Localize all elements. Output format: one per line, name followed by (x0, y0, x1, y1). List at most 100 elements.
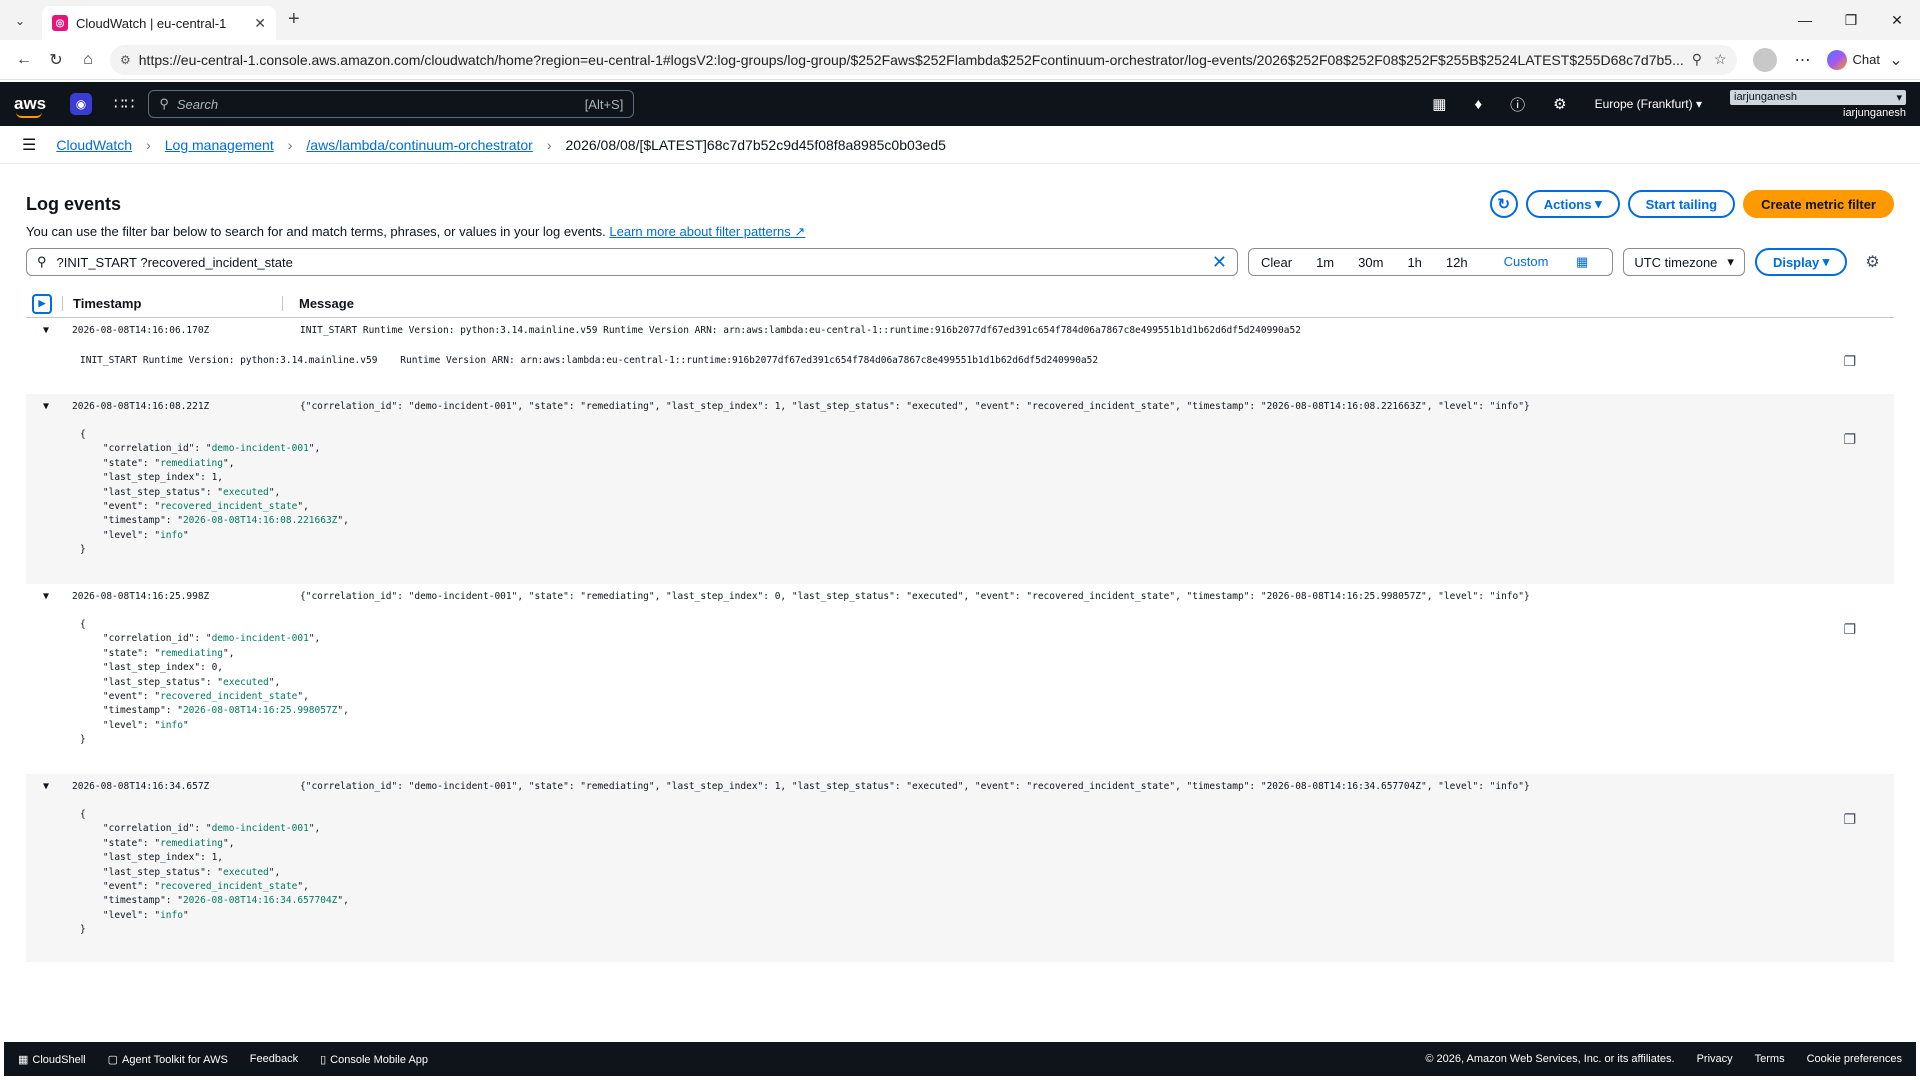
restore-icon[interactable]: ❐ (1828, 0, 1874, 40)
time-1m[interactable]: 1m (1304, 255, 1346, 270)
breadcrumb-log-management[interactable]: Log management (165, 137, 274, 153)
aws-logo[interactable]: aws (14, 94, 54, 118)
footer-agent-toolkit-label: Agent Toolkit for AWS (122, 1053, 228, 1066)
expand-all-icon[interactable]: ▶ (32, 293, 52, 314)
aws-logo-text: aws (14, 94, 47, 113)
copy-icon[interactable]: ❐ (1843, 354, 1856, 370)
chevron-right-icon: › (146, 136, 151, 153)
account-badge-label: iarjunganesh (1734, 90, 1797, 103)
site-info-icon[interactable]: ⚙ (120, 53, 131, 67)
preferences-gear-icon[interactable]: ⚙ (1865, 252, 1879, 272)
back-icon[interactable]: ← (8, 44, 40, 76)
footer-cookie-preferences[interactable]: Cookie preferences (1807, 1053, 1902, 1065)
footer-mobile-app[interactable]: ▯ Console Mobile App (320, 1053, 428, 1066)
reload-icon[interactable]: ↻ (40, 44, 72, 76)
time-range-selector: Clear 1m 30m 1h 12h Custom ▦ (1248, 248, 1614, 276)
time-12h[interactable]: 12h (1434, 255, 1480, 270)
json-state: remediating (160, 647, 223, 659)
copy-icon[interactable]: ❐ (1843, 812, 1856, 828)
actions-button[interactable]: Actions ▾ (1525, 190, 1620, 218)
settings-gear-icon[interactable]: ⚙ (1553, 95, 1566, 113)
cloudshell-icon[interactable]: ▦ (1432, 95, 1446, 113)
create-metric-filter-button[interactable]: Create metric filter (1743, 190, 1894, 218)
breadcrumb: ☰ CloudWatch › Log management › /aws/lam… (0, 126, 1920, 164)
timezone-label: UTC timezone (1634, 254, 1718, 270)
home-icon[interactable]: ⌂ (72, 44, 104, 76)
close-tab-icon[interactable]: ✕ (254, 15, 266, 32)
footer-cloudshell[interactable]: ▦ CloudShell (18, 1053, 86, 1066)
search-shortcut-hint: [Alt+S] (584, 96, 624, 112)
new-tab-icon[interactable]: + (288, 8, 300, 31)
table-row: ▼ 2026-08-08T14:16:34.657Z {"correlation… (26, 774, 1894, 962)
breadcrumb-log-group[interactable]: /aws/lambda/continuum-orchestrator (306, 137, 532, 153)
zoom-icon[interactable]: ⚲ (1692, 51, 1702, 68)
refresh-button[interactable]: ↻ (1489, 190, 1518, 218)
time-clear[interactable]: Clear (1249, 255, 1304, 270)
copy-icon[interactable]: ❐ (1843, 432, 1856, 448)
json-timestamp: 2026-08-08T14:16:08.221663Z (182, 515, 338, 527)
json-last-step-index: 1 (211, 472, 218, 484)
notifications-bell-icon[interactable]: ♦ (1474, 96, 1482, 113)
event-json: { "correlation_id": "demo-incident-001",… (80, 619, 349, 746)
json-timestamp: 2026-08-08T14:16:25.998057Z (182, 705, 338, 717)
display-button[interactable]: Display ▾ (1754, 248, 1848, 276)
json-last-step-status: executed (223, 676, 269, 688)
more-menu-icon[interactable]: ⋯ (1787, 44, 1819, 76)
chat-button[interactable]: Chat (1826, 49, 1880, 70)
copilot-icon (1826, 49, 1847, 70)
url-field[interactable]: ⚙ https://eu-central-1.console.aws.amazo… (110, 44, 1737, 75)
bookmark-star-icon[interactable]: ☆ (1714, 51, 1727, 68)
chat-label: Chat (1852, 52, 1880, 67)
footer-feedback[interactable]: Feedback (250, 1053, 298, 1065)
main-content: Log events ↻ Actions ▾ Start tailing Cre… (0, 190, 1920, 1064)
time-custom[interactable]: Custom ▦ (1480, 254, 1613, 270)
account-menu[interactable]: iarjunganesh ▾ iarjunganesh (1730, 89, 1906, 119)
column-timestamp[interactable]: Timestamp (62, 296, 282, 311)
region-label: Europe (Frankfurt) (1594, 97, 1693, 111)
expand-caret-icon[interactable]: ▼ (26, 591, 66, 602)
unified-studio-icon[interactable]: ◉ (70, 93, 92, 115)
time-1h[interactable]: 1h (1395, 255, 1433, 270)
json-event: recovered_incident_state (160, 501, 298, 513)
region-selector[interactable]: Europe (Frankfurt) ▾ (1595, 97, 1702, 111)
hamburger-menu-icon[interactable]: ☰ (22, 135, 36, 155)
time-30m[interactable]: 30m (1346, 255, 1395, 270)
help-icon[interactable]: ⓘ (1510, 94, 1525, 115)
footer-copyright: © 2026, Amazon Web Services, Inc. or its… (1425, 1053, 1675, 1065)
custom-label: Custom (1503, 254, 1549, 269)
services-grid-icon[interactable]: ∷∷ (114, 94, 134, 114)
close-window-icon[interactable]: ✕ (1874, 0, 1920, 40)
table-row: ▼ 2026-08-08T14:16:06.170Z INIT_START Ru… (26, 318, 1894, 394)
browser-tab[interactable]: ◎ CloudWatch | eu-central-1 ✕ (42, 6, 276, 40)
json-state: remediating (160, 457, 223, 469)
aws-search-input[interactable]: ⚲ Search [Alt+S] (148, 90, 635, 118)
page-title: Log events (26, 193, 122, 214)
chevron-down-icon[interactable]: ⌄ (1880, 44, 1912, 76)
table-row: ▼ 2026-08-08T14:16:08.221Z {"correlation… (26, 394, 1894, 584)
tab-list-icon[interactable]: ⌄ (8, 9, 32, 33)
expand-caret-icon[interactable]: ▼ (26, 401, 66, 412)
event-timestamp: 2026-08-08T14:16:25.998Z (72, 590, 210, 602)
footer-privacy[interactable]: Privacy (1697, 1053, 1733, 1065)
page-description: You can use the filter bar below to sear… (26, 224, 1894, 240)
expand-caret-icon[interactable]: ▼ (26, 781, 66, 792)
footer-agent-toolkit[interactable]: ▢ Agent Toolkit for AWS (108, 1053, 228, 1066)
learn-more-link[interactable]: Learn more about filter patterns ↗ (609, 224, 805, 239)
console-footer: ▦ CloudShell ▢ Agent Toolkit for AWS Feedb… (4, 1042, 1916, 1076)
minimize-icon[interactable]: — (1782, 0, 1828, 40)
learn-more-text: Learn more about filter patterns (609, 224, 791, 239)
expand-caret-icon[interactable]: ▼ (26, 325, 66, 336)
event-message: {"correlation_id": "demo-incident-001", … (300, 590, 1530, 602)
clear-filter-icon[interactable]: ✕ (1212, 252, 1227, 273)
copy-icon[interactable]: ❐ (1843, 622, 1856, 638)
breadcrumb-cloudwatch[interactable]: CloudWatch (56, 137, 132, 153)
profile-avatar[interactable] (1752, 47, 1777, 72)
timezone-select[interactable]: UTC timezone ▾ (1623, 248, 1745, 276)
start-tailing-button[interactable]: Start tailing (1627, 190, 1736, 218)
search-icon: ⚲ (159, 96, 169, 111)
column-message[interactable]: Message (282, 296, 1894, 311)
event-body: INIT_START Runtime Version: python:3.14.… (80, 355, 1099, 366)
json-timestamp: 2026-08-08T14:16:34.657704Z (182, 895, 338, 907)
footer-terms[interactable]: Terms (1755, 1053, 1785, 1065)
filter-input[interactable]: ⚲ ?INIT_START ?recovered_incident_state … (26, 248, 1238, 276)
